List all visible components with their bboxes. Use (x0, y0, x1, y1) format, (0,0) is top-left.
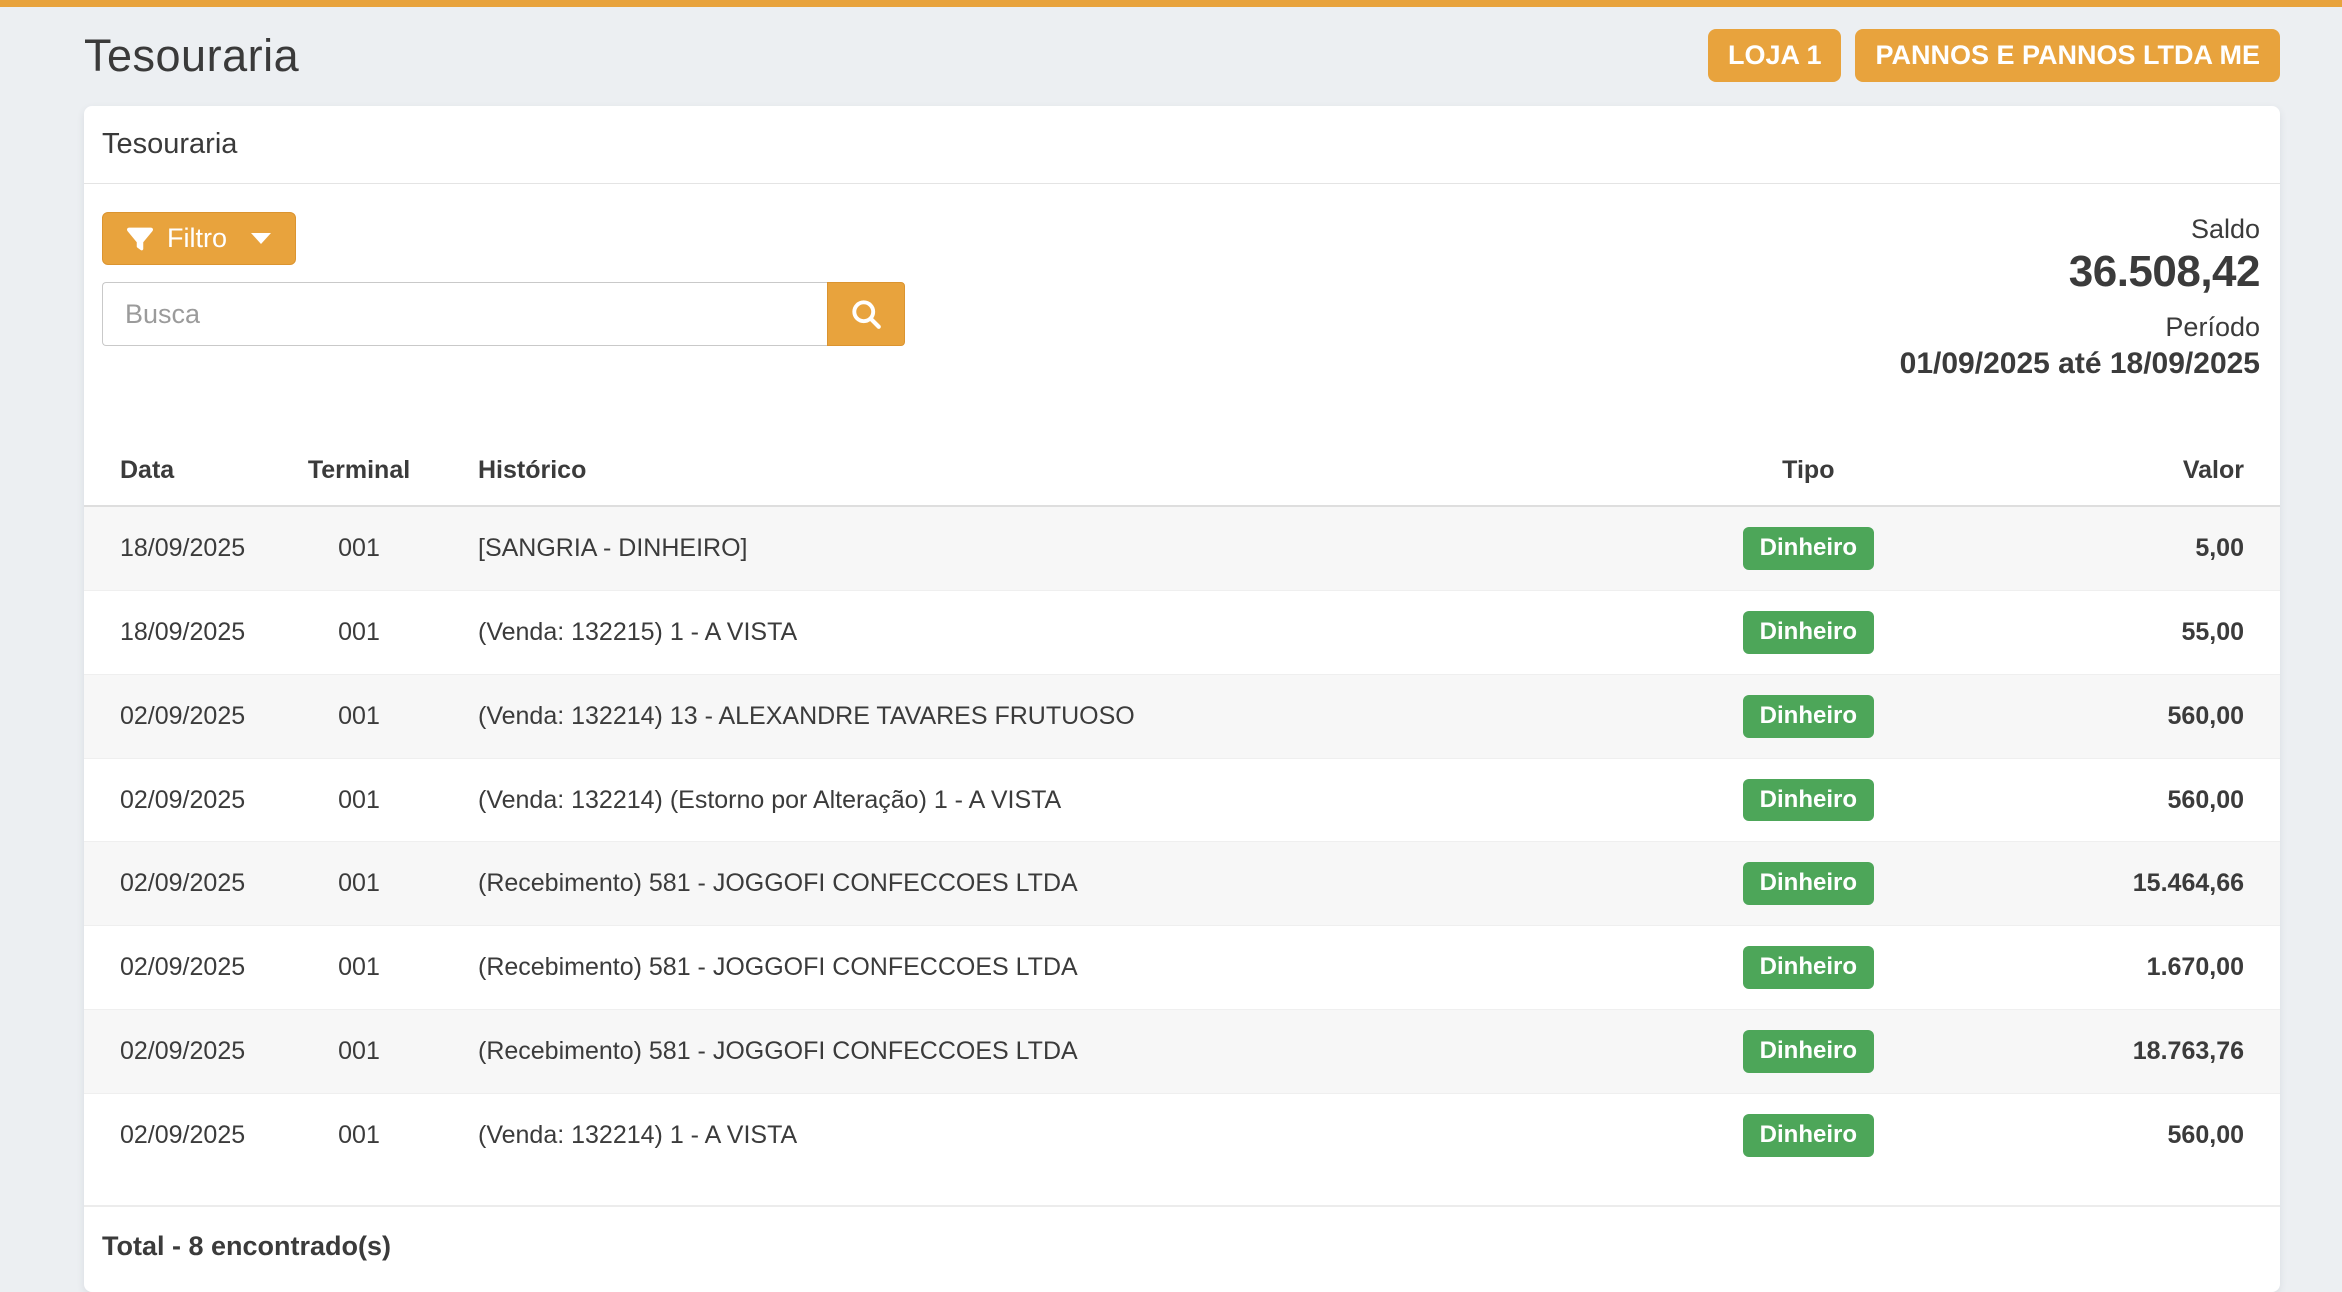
row-date: 02/09/2025 (84, 1010, 274, 1094)
periodo-value: 01/09/2025 até 18/09/2025 (1900, 345, 2260, 383)
column-header-tipo: Tipo (1727, 440, 1890, 506)
column-header-valor: Valor (1890, 440, 2280, 506)
row-date: 18/09/2025 (84, 591, 274, 675)
top-accent-bar (0, 0, 2342, 7)
search-icon (848, 296, 884, 332)
store-badge[interactable]: LOJA 1 (1708, 29, 1842, 82)
row-tipo-cell: Dinheiro (1727, 674, 1890, 758)
tipo-badge: Dinheiro (1743, 779, 1874, 822)
table-row[interactable]: 18/09/2025 001 (Venda: 132215) 1 - A VIS… (84, 591, 2280, 675)
tipo-badge: Dinheiro (1743, 611, 1874, 654)
row-tipo-cell: Dinheiro (1727, 842, 1890, 926)
saldo-value: 36.508,42 (1900, 247, 2260, 298)
tipo-badge: Dinheiro (1743, 862, 1874, 905)
filter-search-controls: Filtro (102, 212, 905, 346)
row-date: 02/09/2025 (84, 1093, 274, 1176)
row-tipo-cell: Dinheiro (1727, 926, 1890, 1010)
row-historico: (Venda: 132214) 13 - ALEXANDRE TAVARES F… (444, 674, 1727, 758)
search-group (102, 282, 905, 346)
table-row[interactable]: 02/09/2025 001 (Recebimento) 581 - JOGGO… (84, 842, 2280, 926)
tipo-badge: Dinheiro (1743, 1030, 1874, 1073)
periodo-label: Período (1900, 310, 2260, 345)
table-row[interactable]: 02/09/2025 001 (Recebimento) 581 - JOGGO… (84, 1010, 2280, 1094)
row-historico: (Recebimento) 581 - JOGGOFI CONFECCOES L… (444, 842, 1727, 926)
filter-funnel-icon (127, 226, 153, 252)
row-date: 02/09/2025 (84, 842, 274, 926)
row-date: 02/09/2025 (84, 926, 274, 1010)
header-badges: LOJA 1 PANNOS E PANNOS LTDA ME (1708, 29, 2280, 82)
card-title: Tesouraria (84, 106, 2280, 184)
row-terminal: 001 (274, 1010, 444, 1094)
search-input[interactable] (102, 282, 827, 346)
saldo-label: Saldo (1900, 212, 2260, 247)
row-terminal: 001 (274, 842, 444, 926)
table-total: Total - 8 encontrado(s) (84, 1205, 2280, 1292)
table-row[interactable]: 18/09/2025 001 [SANGRIA - DINHEIRO] Dinh… (84, 506, 2280, 590)
table-row[interactable]: 02/09/2025 001 (Venda: 132214) (Estorno … (84, 758, 2280, 842)
row-valor: 5,00 (1890, 506, 2280, 590)
table-row[interactable]: 02/09/2025 001 (Venda: 132214) 1 - A VIS… (84, 1093, 2280, 1176)
page-title: Tesouraria (84, 30, 299, 82)
filter-button[interactable]: Filtro (102, 212, 296, 265)
row-valor: 15.464,66 (1890, 842, 2280, 926)
summary-panel: Saldo 36.508,42 Período 01/09/2025 até 1… (1900, 212, 2260, 382)
tesouraria-card: Tesouraria Filtro (84, 106, 2280, 1292)
row-historico: (Venda: 132214) 1 - A VISTA (444, 1093, 1727, 1176)
toolbar: Filtro Saldo (84, 212, 2280, 382)
row-historico: (Recebimento) 581 - JOGGOFI CONFECCOES L… (444, 1010, 1727, 1094)
row-valor: 560,00 (1890, 674, 2280, 758)
tipo-badge: Dinheiro (1743, 527, 1874, 570)
row-valor: 560,00 (1890, 1093, 2280, 1176)
column-header-terminal: Terminal (274, 440, 444, 506)
row-date: 02/09/2025 (84, 758, 274, 842)
search-button[interactable] (827, 282, 905, 346)
page-header: Tesouraria LOJA 1 PANNOS E PANNOS LTDA M… (84, 29, 2280, 82)
row-valor: 1.670,00 (1890, 926, 2280, 1010)
row-valor: 560,00 (1890, 758, 2280, 842)
row-historico: (Venda: 132215) 1 - A VISTA (444, 591, 1727, 675)
row-terminal: 001 (274, 926, 444, 1010)
row-tipo-cell: Dinheiro (1727, 1093, 1890, 1176)
filter-button-label: Filtro (167, 223, 227, 254)
row-historico: (Recebimento) 581 - JOGGOFI CONFECCOES L… (444, 926, 1727, 1010)
row-historico: [SANGRIA - DINHEIRO] (444, 506, 1727, 590)
row-tipo-cell: Dinheiro (1727, 591, 1890, 675)
row-valor: 55,00 (1890, 591, 2280, 675)
company-badge[interactable]: PANNOS E PANNOS LTDA ME (1855, 29, 2280, 82)
row-date: 02/09/2025 (84, 674, 274, 758)
chevron-down-icon (251, 233, 271, 244)
table-row[interactable]: 02/09/2025 001 (Recebimento) 581 - JOGGO… (84, 926, 2280, 1010)
row-historico: (Venda: 132214) (Estorno por Alteração) … (444, 758, 1727, 842)
row-tipo-cell: Dinheiro (1727, 506, 1890, 590)
row-tipo-cell: Dinheiro (1727, 758, 1890, 842)
transactions-table: Data Terminal Histórico Tipo Valor 18/09… (84, 440, 2280, 1176)
row-tipo-cell: Dinheiro (1727, 1010, 1890, 1094)
row-terminal: 001 (274, 1093, 444, 1176)
row-terminal: 001 (274, 758, 444, 842)
row-terminal: 001 (274, 674, 444, 758)
tipo-badge: Dinheiro (1743, 1114, 1874, 1157)
row-terminal: 001 (274, 506, 444, 590)
row-terminal: 001 (274, 591, 444, 675)
table-header-row: Data Terminal Histórico Tipo Valor (84, 440, 2280, 506)
row-valor: 18.763,76 (1890, 1010, 2280, 1094)
tipo-badge: Dinheiro (1743, 695, 1874, 738)
column-header-historico: Histórico (444, 440, 1727, 506)
tipo-badge: Dinheiro (1743, 946, 1874, 989)
column-header-data: Data (84, 440, 274, 506)
row-date: 18/09/2025 (84, 506, 274, 590)
table-row[interactable]: 02/09/2025 001 (Venda: 132214) 13 - ALEX… (84, 674, 2280, 758)
